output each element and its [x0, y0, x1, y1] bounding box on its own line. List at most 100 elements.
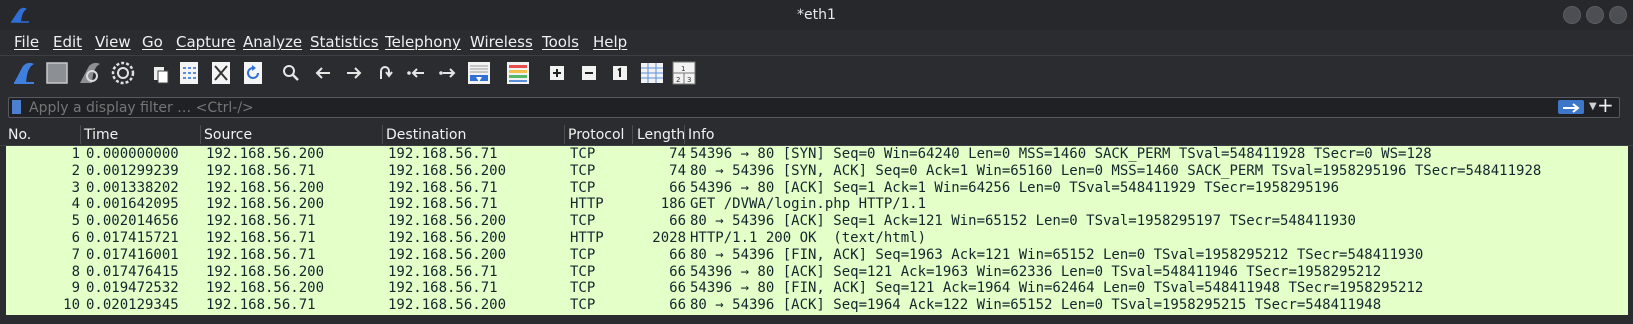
- packet-protocol: TCP: [570, 213, 596, 230]
- packet-destination: 192.168.56.71: [388, 263, 498, 280]
- maximize-button[interactable]: [1586, 6, 1604, 24]
- menu-wireless[interactable]: Wireless: [470, 33, 533, 51]
- packet-time: 0.001642095: [86, 196, 179, 213]
- packet-length: 74: [669, 162, 686, 179]
- go-back-icon[interactable]: [309, 59, 337, 87]
- packet-source: 192.168.56.200: [206, 179, 325, 196]
- column-header-length[interactable]: Length: [637, 127, 685, 143]
- packet-row[interactable]: 3 0.001338202 192.168.56.200 192.168.56.71 T…: [6, 180, 1628, 197]
- resize-columns-icon[interactable]: [638, 59, 666, 87]
- menu-help[interactable]: Help: [593, 33, 627, 51]
- column-header-no[interactable]: No.: [8, 127, 31, 143]
- svg-text:1: 1: [681, 65, 685, 73]
- packet-row[interactable]: 6 0.017415721 192.168.56.71 192.168.56.200 H…: [6, 230, 1628, 247]
- zoom-out-icon[interactable]: [575, 59, 603, 87]
- packet-row[interactable]: 5 0.002014656 192.168.56.71 192.168.56.200 T…: [6, 213, 1628, 230]
- menu-go[interactable]: Go: [142, 33, 163, 51]
- packet-source: 192.168.56.200: [206, 196, 325, 213]
- reload-file-icon[interactable]: [239, 59, 267, 87]
- packet-info: 54396 → 80 [FIN, ACK] Seq=121 Ack=1964 W…: [690, 280, 1424, 297]
- menu-view[interactable]: View: [95, 33, 131, 51]
- packet-number: 3: [71, 179, 80, 196]
- first-packet-icon[interactable]: [402, 59, 430, 87]
- open-file-icon[interactable]: [147, 59, 175, 87]
- packet-time: 0.001299239: [86, 162, 179, 179]
- menu-bar: File Edit View Go Capture Analyze Statis…: [0, 30, 1633, 56]
- packet-length: 186: [660, 196, 686, 213]
- packet-info: HTTP/1.1 200 OK (text/html): [690, 230, 927, 246]
- window-title: *eth1: [797, 7, 836, 23]
- normal-size-icon[interactable]: [606, 59, 634, 87]
- packet-protocol: HTTP: [570, 196, 604, 213]
- minimize-button[interactable]: [1563, 6, 1581, 24]
- capture-options-icon[interactable]: [109, 59, 137, 87]
- packet-info: 80 → 54396 [ACK] Seq=1 Ack=121 Win=65152…: [690, 213, 1356, 230]
- packet-time: 0.017415721: [86, 230, 179, 246]
- colorize-icon[interactable]: [504, 59, 532, 87]
- packet-destination: 192.168.56.71: [388, 280, 498, 297]
- column-header-source[interactable]: Source: [204, 127, 252, 143]
- packet-length: 66: [669, 213, 686, 230]
- packet-row[interactable]: 4 0.001642095 192.168.56.200 192.168.56.71 H…: [6, 196, 1628, 213]
- packet-length: 66: [669, 280, 686, 297]
- menu-statistics[interactable]: Statistics: [310, 33, 379, 51]
- packet-row[interactable]: 10 0.020129345 192.168.56.71 192.168.56.200…: [6, 297, 1628, 314]
- packet-row[interactable]: 9 0.019472532 192.168.56.200 192.168.56.71 T…: [6, 280, 1628, 297]
- packet-protocol: TCP: [570, 246, 596, 263]
- find-packet-icon[interactable]: [277, 59, 305, 87]
- packet-number: 7: [71, 246, 80, 263]
- layout-icon[interactable]: 123: [670, 59, 698, 87]
- packet-time: 0.019472532: [86, 280, 179, 297]
- packet-number: 8: [71, 263, 80, 280]
- display-filter-bar: ▼: [8, 97, 1620, 118]
- packet-info: GET /DVWA/login.php HTTP/1.1: [690, 196, 927, 213]
- packet-number: 10: [63, 297, 80, 314]
- menu-file[interactable]: File: [14, 33, 39, 51]
- add-filter-button[interactable]: +: [1597, 95, 1614, 115]
- menu-capture[interactable]: Capture: [176, 33, 236, 51]
- packet-source: 192.168.56.71: [206, 246, 316, 263]
- display-filter-input[interactable]: [29, 99, 1329, 116]
- close-file-icon[interactable]: [207, 59, 235, 87]
- packet-length: 66: [669, 179, 686, 196]
- packet-info: 54396 → 80 [ACK] Seq=1 Ack=1 Win=64256 L…: [690, 179, 1340, 196]
- packet-info: 54396 → 80 [ACK] Seq=121 Ack=1963 Win=62…: [690, 263, 1382, 280]
- menu-telephony[interactable]: Telephony: [385, 33, 461, 51]
- zoom-in-icon[interactable]: [543, 59, 571, 87]
- column-header-destination[interactable]: Destination: [386, 127, 466, 143]
- menu-analyze[interactable]: Analyze: [243, 33, 302, 51]
- filter-dropdown-icon[interactable]: ▼: [1589, 101, 1597, 112]
- go-forward-icon[interactable]: [340, 59, 368, 87]
- packet-destination: 192.168.56.200: [388, 230, 507, 246]
- start-capture-icon[interactable]: [10, 59, 38, 87]
- packet-protocol: TCP: [570, 263, 596, 280]
- packet-source: 192.168.56.71: [206, 162, 316, 179]
- menu-tools[interactable]: Tools: [542, 33, 579, 51]
- restart-capture-icon[interactable]: [76, 59, 104, 87]
- packet-info: 80 → 54396 [ACK] Seq=1964 Ack=122 Win=65…: [690, 297, 1382, 314]
- packet-time: 0.020129345: [86, 297, 179, 314]
- column-header-info[interactable]: Info: [688, 127, 715, 143]
- close-window-button[interactable]: [1609, 6, 1627, 24]
- stop-capture-icon[interactable]: [43, 59, 71, 87]
- menu-edit[interactable]: Edit: [53, 33, 82, 51]
- packet-destination: 192.168.56.71: [388, 146, 498, 162]
- packet-protocol: TCP: [570, 162, 596, 179]
- packet-row[interactable]: 1 0.000000000 192.168.56.200 192.168.56.71 T…: [6, 146, 1628, 163]
- column-header-time[interactable]: Time: [84, 127, 118, 143]
- go-to-packet-icon[interactable]: [371, 59, 399, 87]
- packet-row[interactable]: 7 0.017416001 192.168.56.71 192.168.56.200 T…: [6, 247, 1628, 264]
- save-file-icon[interactable]: [175, 59, 203, 87]
- packet-protocol: TCP: [570, 297, 596, 314]
- filter-bookmark-icon[interactable]: [12, 100, 21, 114]
- packet-info: 80 → 54396 [FIN, ACK] Seq=1963 Ack=121 W…: [690, 246, 1424, 263]
- apply-filter-button[interactable]: [1558, 100, 1584, 114]
- packet-row[interactable]: 2 0.001299239 192.168.56.71 192.168.56.200 T…: [6, 163, 1628, 180]
- packet-protocol: TCP: [570, 280, 596, 297]
- packet-time: 0.017416001: [86, 246, 179, 263]
- auto-scroll-icon[interactable]: [465, 59, 493, 87]
- last-packet-icon[interactable]: [434, 59, 462, 87]
- packet-row[interactable]: 8 0.017476415 192.168.56.200 192.168.56.71 T…: [6, 264, 1628, 281]
- packet-destination: 192.168.56.200: [388, 297, 507, 314]
- column-header-protocol[interactable]: Protocol: [568, 127, 624, 143]
